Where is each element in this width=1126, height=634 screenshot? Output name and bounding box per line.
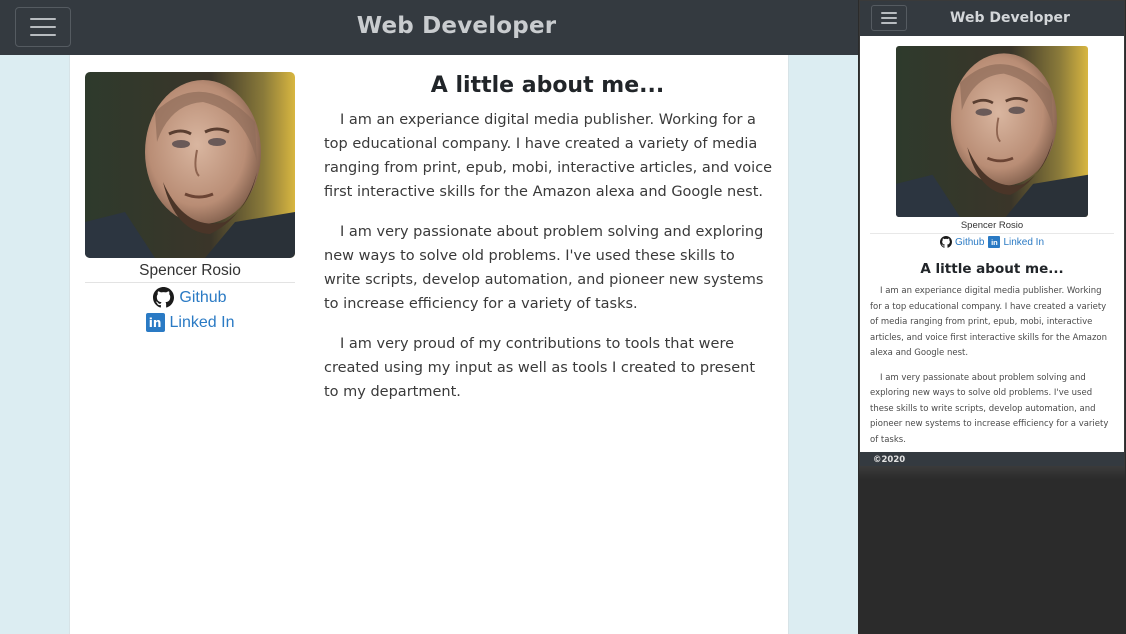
content-card: Spencer Rosio Github in Linked In A litt… [69, 55, 789, 634]
mobile-navbar: Web Developer [860, 1, 1124, 36]
desktop-viewport: Web Developer Spencer Rosio Github in Li… [0, 0, 858, 634]
divider [85, 282, 295, 283]
hamburger-menu-icon [881, 12, 897, 24]
github-icon [153, 287, 175, 308]
mobile-about-paragraph: I am an experiance digital media publish… [870, 286, 1107, 358]
linkedin-label: Linked In [169, 313, 235, 331]
github-icon [939, 236, 952, 248]
mobile-profile-name: Spencer Rosio [960, 220, 1024, 231]
profile-name: Spencer Rosio [139, 262, 241, 279]
mobile-linkedin-link[interactable]: in Linked In [988, 236, 1044, 248]
mobile-viewport: Web Developer Spencer Rosio Github in Li… [859, 0, 1125, 467]
mobile-social-links: Github in Linked In [870, 236, 1114, 248]
linkedin-icon: in [988, 236, 1001, 248]
mobile-about-heading: A little about me... [920, 261, 1064, 277]
navbar: Web Developer [0, 0, 858, 55]
about-paragraph: I am very passionate about problem solvi… [324, 224, 764, 312]
about-paragraph: I am very proud of my contributions to t… [324, 336, 756, 400]
github-label: Github [179, 288, 227, 306]
mobile-navbar-brand[interactable]: Web Developer [920, 10, 1100, 26]
about-paragraph: I am an experiance digital media publish… [324, 112, 773, 200]
github-link[interactable]: Github [85, 287, 295, 308]
linkedin-icon: in [145, 313, 165, 332]
mobile-linkedin-label: Linked In [1003, 236, 1045, 248]
mobile-github-label: Github [954, 236, 985, 248]
mobile-divider [870, 233, 1114, 234]
mobile-about-paragraph: I am very passionate about problem solvi… [870, 372, 1109, 445]
mobile-github-link[interactable]: Github [939, 236, 985, 248]
about-heading: A little about me... [430, 73, 665, 98]
mobile-profile-photo [896, 46, 1088, 217]
profile-photo [85, 72, 295, 258]
linkedin-link[interactable]: in Linked In [85, 313, 295, 332]
about-text: I am an experiance digital media publish… [324, 108, 774, 420]
navbar-brand[interactable]: Web Developer [0, 13, 858, 39]
mobile-footer: ©2020 [860, 452, 1124, 466]
mobile-about-text: I am an experiance digital media publish… [870, 284, 1114, 452]
mobile-frame-shadow [859, 467, 1125, 479]
mobile-navbar-toggler-button[interactable] [871, 5, 907, 31]
